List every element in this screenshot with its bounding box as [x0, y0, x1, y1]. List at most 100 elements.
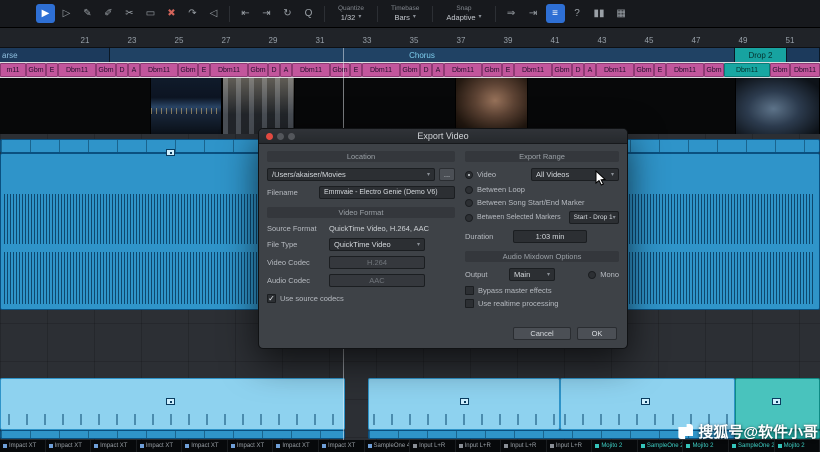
- track-color-swatch: [231, 444, 235, 448]
- duration-field[interactable]: 1:03 min: [513, 230, 587, 243]
- toolbar-nav-button[interactable]: Q: [299, 4, 318, 23]
- track-name-cell[interactable]: Impact XT: [182, 440, 228, 452]
- filename-value: Emmvaie - Electro Genie (Demo V6): [324, 189, 438, 196]
- toolbar-right-icon: ⇒: [507, 8, 515, 19]
- snap-selector[interactable]: Snap Adaptive▾: [439, 5, 488, 23]
- right-button-group: ⇒ ⇥ ≡ ? ▮▮ ▦: [502, 4, 631, 23]
- track-name-label: Impact XT: [9, 443, 36, 449]
- toolbar-tool-button[interactable]: ▶: [36, 4, 55, 23]
- mixdown-section-header: Audio Mixdown Options: [465, 251, 619, 262]
- track-name-cell[interactable]: SampleOne 2: [638, 440, 684, 452]
- clip-gain-handle[interactable]: [772, 398, 781, 405]
- use-source-codecs-checkbox[interactable]: ✓: [267, 294, 276, 303]
- export-range-section-header: Export Range: [465, 151, 619, 162]
- clip-gain-handle[interactable]: [166, 398, 175, 405]
- track-color-swatch: [3, 444, 7, 448]
- tool-icon: ✖: [167, 8, 175, 19]
- toolbar-nav-button[interactable]: ↻: [278, 4, 297, 23]
- tool-icon: ✎: [83, 8, 91, 19]
- between-markers-radio[interactable]: [465, 214, 473, 222]
- track-name-cell[interactable]: Mojito 2: [592, 440, 638, 452]
- toolbar-tool-button[interactable]: ▭: [141, 4, 160, 23]
- markers-range-dropdown[interactable]: Start - Drop 1 ▾: [569, 211, 619, 224]
- toolbar-right-icon: ?: [574, 8, 580, 19]
- track-name-cell[interactable]: Impact XT: [0, 440, 46, 452]
- toolbar-right-button[interactable]: ⇥: [524, 4, 543, 23]
- ok-button[interactable]: OK: [577, 327, 617, 340]
- track-name-cell[interactable]: Input L+R: [410, 440, 456, 452]
- track-color-swatch: [686, 444, 690, 448]
- track-name-cell[interactable]: SampleOne 4: [365, 440, 411, 452]
- toolbar-right-button[interactable]: ⇒: [502, 4, 521, 23]
- close-icon[interactable]: [266, 133, 273, 140]
- export-path-dropdown[interactable]: /Users/akaiser/Movies ▾: [267, 168, 435, 181]
- sohu-logo-icon: [678, 424, 693, 439]
- mono-radio[interactable]: [588, 271, 596, 279]
- video-codec-value: H.264: [367, 258, 387, 267]
- zoom-icon: [288, 133, 295, 140]
- toolbar-tool-button[interactable]: ✂: [120, 4, 139, 23]
- toolbar-nav-button[interactable]: ⇤: [236, 4, 255, 23]
- track-name-cell[interactable]: Input L+R: [456, 440, 502, 452]
- track-color-swatch: [368, 444, 372, 448]
- track-name-cell[interactable]: Input L+R: [501, 440, 547, 452]
- output-dropdown[interactable]: Main ▾: [509, 268, 555, 281]
- track-color-swatch: [550, 444, 554, 448]
- toolbar-right-button[interactable]: ▮▮: [590, 4, 609, 23]
- use-realtime-processing-label: Use realtime processing: [478, 299, 558, 308]
- track-name-cell[interactable]: Impact XT: [273, 440, 319, 452]
- dialog-title-bar[interactable]: Export Video: [259, 129, 627, 144]
- toolbar-right-button[interactable]: ≡: [546, 4, 565, 23]
- track-name-cell[interactable]: Impact XT: [228, 440, 274, 452]
- track-name-cell[interactable]: Impact XT: [46, 440, 92, 452]
- toolbar-tool-button[interactable]: ▷: [57, 4, 76, 23]
- timebase-selector[interactable]: Timebase Bars▾: [384, 5, 426, 23]
- quantize-selector[interactable]: Quantize 1/32▾: [331, 5, 371, 23]
- toolbar-separator: [324, 6, 325, 22]
- video-range-radio[interactable]: [465, 171, 473, 179]
- toolbar-separator: [495, 6, 496, 22]
- between-loop-radio[interactable]: [465, 186, 473, 194]
- toolbar-nav-button[interactable]: ⇥: [257, 4, 276, 23]
- tool-icon: ▷: [63, 8, 71, 19]
- chevron-down-icon: ▾: [413, 14, 416, 22]
- toolbar-tool-button[interactable]: ↷: [183, 4, 202, 23]
- cancel-button[interactable]: Cancel: [513, 327, 571, 340]
- use-realtime-processing-checkbox[interactable]: [465, 299, 474, 308]
- toolbar-right-button[interactable]: ▦: [612, 4, 631, 23]
- track-name-cell[interactable]: Impact XT: [91, 440, 137, 452]
- toolbar-right-button[interactable]: ?: [568, 4, 587, 23]
- toolbar-tool-button[interactable]: ✐: [99, 4, 118, 23]
- chevron-down-icon: ▾: [611, 171, 614, 178]
- nav-icon: ↻: [283, 8, 291, 19]
- track-name-label: SampleOne 4: [374, 443, 411, 449]
- export-video-dialog: Export Video Location /Users/akaiser/Mov…: [258, 128, 628, 349]
- video-range-label: Video: [477, 170, 496, 179]
- track-name-label: Impact XT: [191, 443, 218, 449]
- toolbar-tool-button[interactable]: ◁: [204, 4, 223, 23]
- chevron-down-icon: ▾: [427, 171, 430, 178]
- track-name-label: Mojito 2: [784, 443, 805, 449]
- track-name-label: SampleOne 2: [647, 443, 684, 449]
- toolbar-tool-button[interactable]: ✖: [162, 4, 181, 23]
- chevron-down-icon: ▾: [479, 14, 482, 22]
- filename-label: Filename: [267, 188, 315, 197]
- filename-input[interactable]: Emmvaie - Electro Genie (Demo V6): [319, 186, 455, 199]
- audio-clip[interactable]: [0, 430, 345, 439]
- track-name-cell[interactable]: Impact XT: [137, 440, 183, 452]
- toolbar-tool-button[interactable]: ✎: [78, 4, 97, 23]
- bypass-master-effects-checkbox[interactable]: [465, 286, 474, 295]
- track-color-swatch: [641, 444, 645, 448]
- track-name-cell[interactable]: Input L+R: [547, 440, 593, 452]
- clip-gain-handle[interactable]: [166, 149, 175, 156]
- file-type-dropdown[interactable]: QuickTime Video ▾: [329, 238, 425, 251]
- mouse-cursor: [595, 170, 607, 186]
- track-color-swatch: [413, 444, 417, 448]
- track-name-cell[interactable]: Impact XT: [319, 440, 365, 452]
- tool-icon: ◁: [210, 8, 218, 19]
- clip-gain-handle[interactable]: [460, 398, 469, 405]
- output-value: Main: [514, 270, 530, 279]
- browse-button[interactable]: ...: [439, 168, 455, 181]
- between-song-radio[interactable]: [465, 199, 473, 207]
- clip-gain-handle[interactable]: [641, 398, 650, 405]
